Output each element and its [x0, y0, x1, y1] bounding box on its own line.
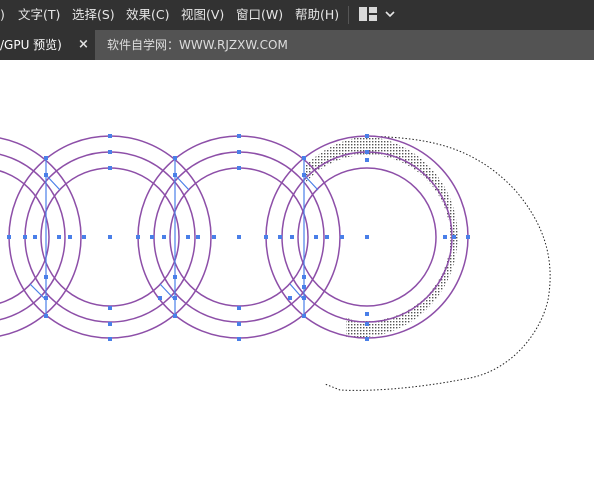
- menu-item-select[interactable]: 选择(S): [72, 0, 115, 30]
- document-tab-active[interactable]: /GPU 预览) ×: [0, 30, 95, 60]
- menu-item-text[interactable]: 文字(T): [18, 0, 60, 30]
- lasso-path: [324, 135, 551, 391]
- menu-item-window[interactable]: 窗口(W): [236, 0, 283, 30]
- close-icon[interactable]: ×: [78, 30, 89, 60]
- artboard-canvas[interactable]: [0, 60, 594, 492]
- chevron-down-icon[interactable]: [384, 7, 396, 21]
- document-tab-title: /GPU 预览): [0, 38, 62, 52]
- document-tab-bar: /GPU 预览) × 软件自学网：WWW.RJZXW.COM: [0, 30, 594, 60]
- menu-bar: ) 文字(T) 选择(S) 效果(C) 视图(V) 窗口(W) 帮助(H): [0, 0, 594, 30]
- workspace-layout-icon[interactable]: [359, 7, 377, 21]
- artwork: [0, 134, 551, 391]
- menu-item-help[interactable]: 帮助(H): [295, 0, 339, 30]
- document-tab-inactive[interactable]: 软件自学网：WWW.RJZXW.COM: [107, 30, 288, 60]
- menu-separator: [348, 6, 349, 24]
- menu-item-effect[interactable]: 效果(C): [126, 0, 169, 30]
- anchor-points[interactable]: [7, 134, 470, 341]
- menu-item-type-partial[interactable]: ): [0, 0, 5, 30]
- menu-item-view[interactable]: 视图(V): [181, 0, 224, 30]
